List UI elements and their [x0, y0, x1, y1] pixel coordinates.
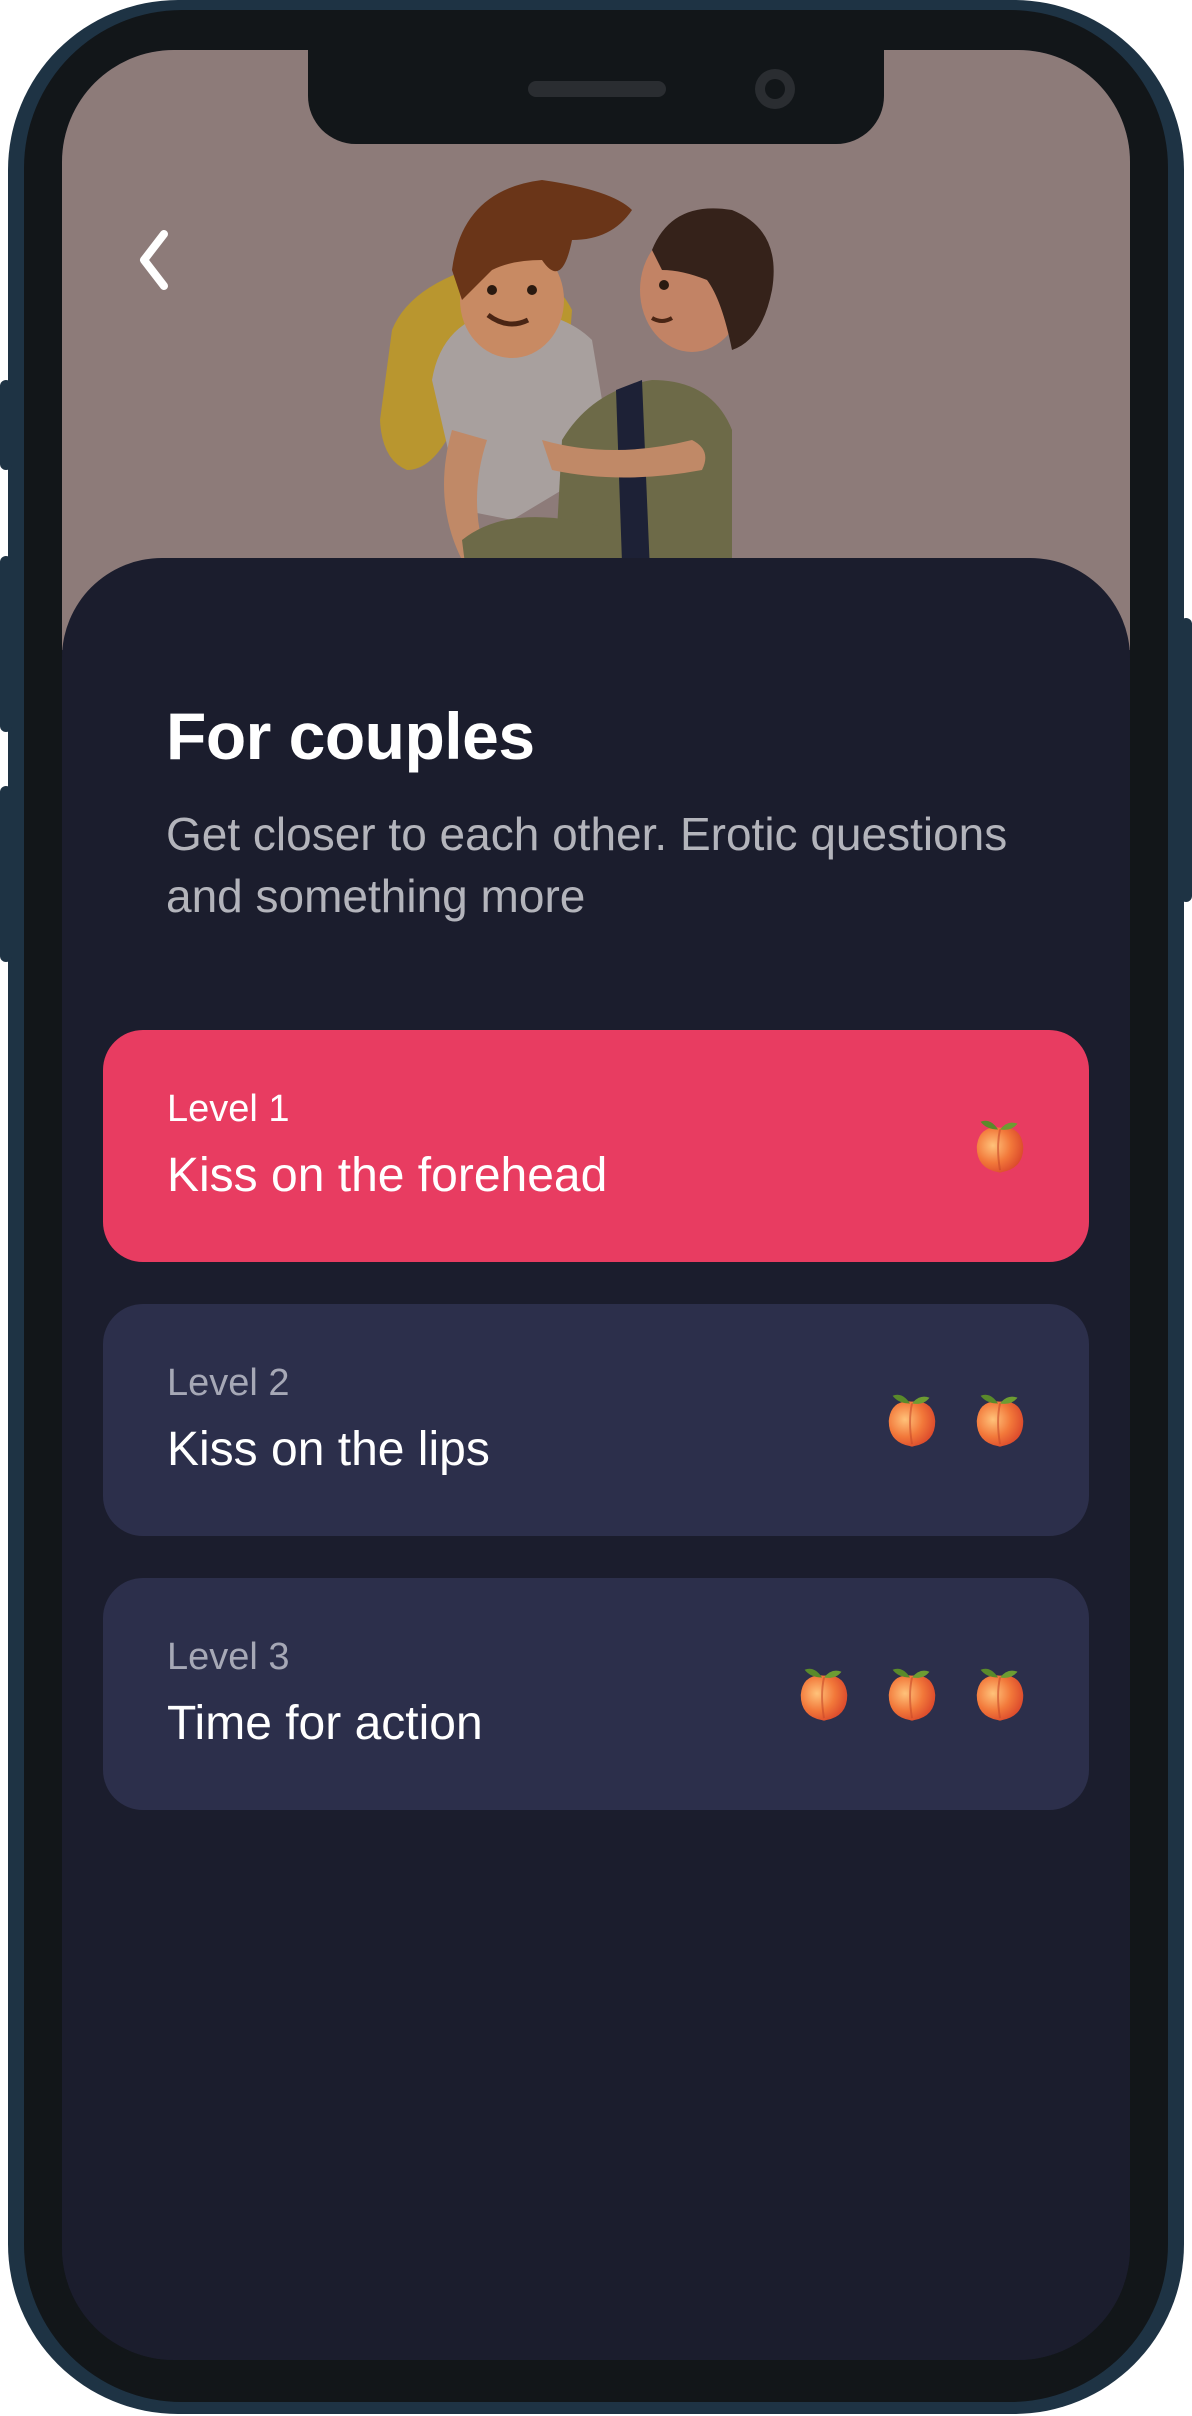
peach-icon — [887, 1667, 937, 1722]
volume-down-button — [0, 786, 12, 962]
level-name: Kiss on the lips — [167, 1423, 490, 1476]
intensity-indicator — [969, 1114, 1031, 1176]
power-button — [1180, 618, 1192, 902]
level-name: Kiss on the forehead — [167, 1149, 608, 1202]
content-sheet: For couples Get closer to each other. Er… — [62, 558, 1130, 2360]
back-button[interactable] — [118, 220, 198, 300]
mute-switch — [0, 380, 12, 470]
level-card-1[interactable]: Level 1 Kiss on the forehead — [103, 1030, 1089, 1262]
level-card-2[interactable]: Level 2 Kiss on the lips — [103, 1304, 1089, 1536]
peach-icon — [975, 1393, 1025, 1448]
app-screen: For couples Get closer to each other. Er… — [62, 50, 1130, 2360]
intensity-indicator — [793, 1662, 1031, 1724]
couple-illustration — [380, 180, 774, 620]
chevron-left-icon — [140, 230, 168, 290]
front-camera — [755, 69, 795, 109]
peach-icon — [975, 1667, 1025, 1722]
page-subtitle: Get closer to each other. Erotic questio… — [166, 808, 1008, 922]
notch — [308, 50, 884, 144]
intensity-indicator — [881, 1388, 1031, 1450]
level-label: Level 1 — [167, 1088, 290, 1130]
level-name: Time for action — [167, 1697, 483, 1750]
page-title: For couples — [166, 699, 535, 773]
level-card-3[interactable]: Level 3 Time for action — [103, 1578, 1089, 1810]
level-label: Level 3 — [167, 1636, 290, 1678]
level-label: Level 2 — [167, 1362, 290, 1404]
peach-icon — [975, 1119, 1025, 1174]
peach-icon — [799, 1667, 849, 1722]
volume-up-button — [0, 556, 12, 732]
peach-icon — [887, 1393, 937, 1448]
earpiece-speaker — [528, 81, 666, 97]
